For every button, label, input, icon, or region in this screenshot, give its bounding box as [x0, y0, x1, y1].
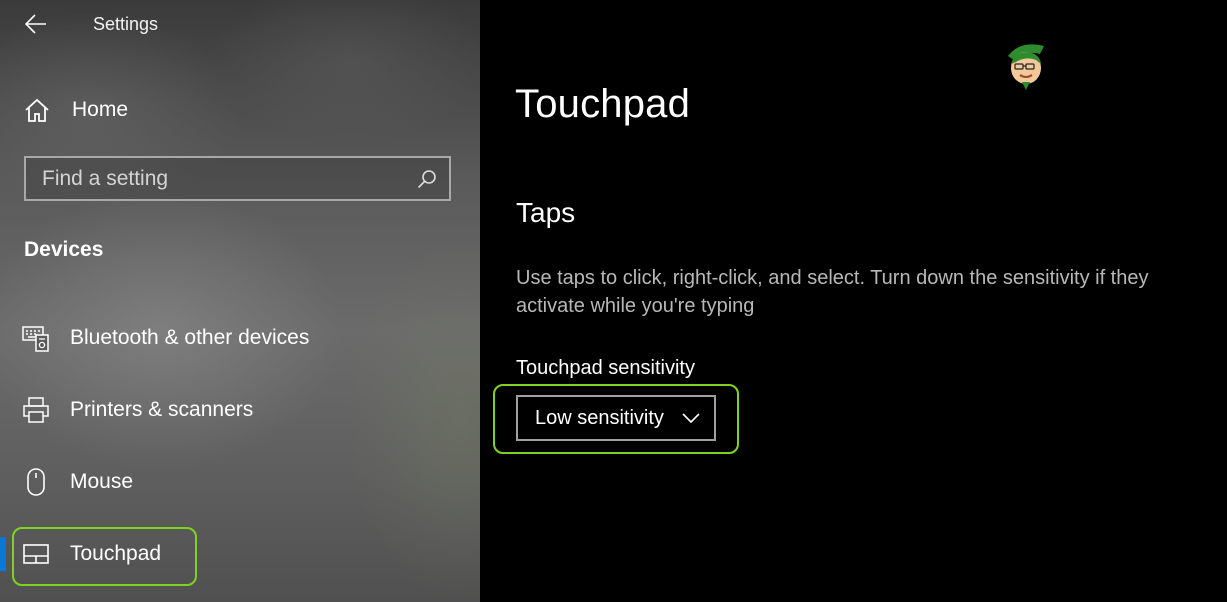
search-box[interactable]: [24, 156, 451, 201]
back-arrow-icon: [25, 14, 46, 34]
nav-home[interactable]: Home: [24, 94, 128, 126]
settings-sidebar: Settings Home Devices Blueto: [0, 0, 480, 602]
nav-home-label: Home: [72, 98, 129, 121]
section-heading-devices: Devices: [24, 238, 104, 261]
mouse-icon: [22, 468, 50, 496]
search-input[interactable]: [26, 165, 415, 192]
group-title-taps: Taps: [516, 197, 576, 228]
highlight-touchpad-annotation: [12, 527, 197, 586]
page-title: Touchpad: [515, 82, 691, 126]
bluetooth-devices-icon: [22, 324, 50, 352]
watermark-logo: [1000, 38, 1070, 90]
sidebar-item-label: Bluetooth & other devices: [70, 326, 310, 349]
sidebar-item-label: Printers & scanners: [70, 398, 254, 421]
printer-icon: [22, 396, 50, 424]
back-button[interactable]: [22, 10, 50, 38]
home-icon: [25, 98, 49, 122]
sidebar-item-label: Mouse: [70, 470, 134, 493]
sidebar-item-printers[interactable]: Printers & scanners: [22, 390, 253, 430]
sidebar-item-mouse[interactable]: Mouse: [22, 462, 133, 502]
sidebar-item-bluetooth[interactable]: Bluetooth & other devices: [22, 318, 309, 358]
app-title: Settings: [93, 14, 159, 34]
highlight-dropdown-annotation: [493, 384, 739, 454]
search-icon[interactable]: [415, 167, 439, 191]
taps-description: Use taps to click, right-click, and sele…: [516, 267, 1149, 317]
selection-indicator: [0, 537, 6, 571]
sensitivity-label: Touchpad sensitivity: [516, 357, 695, 379]
